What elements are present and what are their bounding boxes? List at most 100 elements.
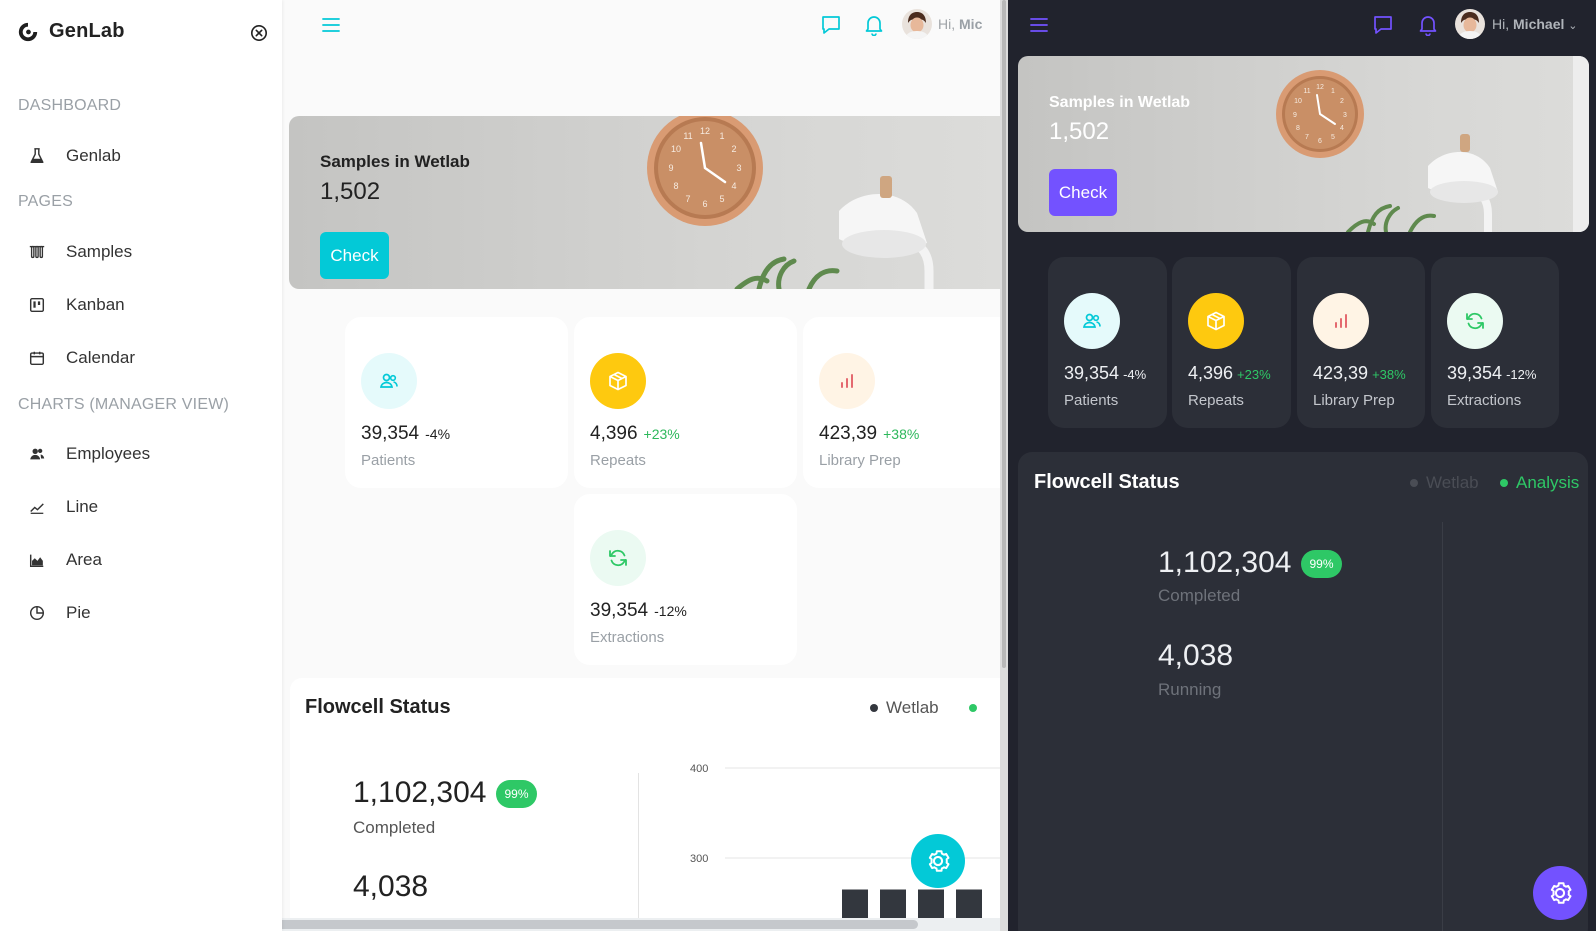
avatar[interactable]: [902, 9, 932, 39]
stat-card-library-prep[interactable]: 423,39 +38% Library Prep: [803, 317, 1000, 488]
menu-icon[interactable]: [322, 17, 340, 33]
svg-text:3: 3: [1343, 112, 1347, 119]
refresh-icon: [609, 549, 627, 567]
user-greeting[interactable]: Hi, Mic: [938, 16, 982, 32]
stat-delta: +38%: [1372, 367, 1406, 382]
sidebar-item-genlab[interactable]: Genlab: [28, 143, 121, 169]
vertical-scrollbar-thumb[interactable]: [1002, 0, 1006, 668]
people-icon: [1082, 313, 1101, 328]
stat-number: 39,354: [590, 600, 649, 621]
box-icon: [1207, 311, 1225, 331]
repeats-icon-circle: [590, 353, 646, 409]
legend-wetlab[interactable]: Wetlab: [870, 698, 977, 718]
greeting-text: Hi,: [1492, 16, 1510, 32]
sidebar-item-label: Pie: [66, 603, 91, 622]
legend-wetlab[interactable]: Wetlab: [1410, 473, 1479, 493]
svg-text:10: 10: [671, 144, 681, 154]
svg-text:1: 1: [719, 131, 724, 141]
svg-text:7: 7: [1305, 134, 1309, 141]
patients-icon-circle: [361, 353, 417, 409]
stat-value: 39,354 -4%: [1064, 363, 1146, 384]
legend-dot: [1410, 479, 1418, 487]
stat-value: 39,354 -12%: [1447, 363, 1536, 384]
stat-number: 39,354: [1447, 363, 1503, 383]
stat-card-patients[interactable]: 39,354 -4% Patients: [1048, 257, 1167, 428]
stat-number: 4,396: [1188, 363, 1234, 383]
svg-text:9: 9: [1293, 112, 1297, 119]
employees-icon: [30, 448, 45, 460]
stat-delta: -12%: [654, 603, 687, 619]
svg-text:8: 8: [673, 181, 678, 191]
y-tick-label: 300: [690, 853, 708, 865]
avatar[interactable]: [1455, 9, 1485, 39]
stat-label: Library Prep: [1313, 392, 1395, 409]
legend-analysis[interactable]: Analysis: [1500, 473, 1579, 493]
stat-label: Repeats: [1188, 392, 1244, 409]
stat-card-library-prep[interactable]: 423,39 +38% Library Prep: [1297, 257, 1425, 428]
refresh-icon: [1466, 312, 1484, 330]
stat-label: Patients: [1064, 392, 1119, 409]
pie-chart-icon: [29, 605, 45, 621]
main-content-light: Hi, Mic 12 1 2 3 4 5 6 7 8 9 10 11 Sampl…: [282, 0, 1000, 931]
stat-delta: -12%: [1506, 367, 1537, 382]
settings-fab-dark[interactable]: [1533, 866, 1587, 920]
sidebar-item-employees[interactable]: Employees: [28, 441, 150, 467]
svg-text:9: 9: [668, 163, 673, 173]
section-charts: CHARTS (MANAGER VIEW): [18, 396, 230, 413]
user-greeting[interactable]: Hi, Michael ⌄: [1492, 16, 1577, 32]
legend-dot: [1500, 479, 1508, 487]
stat-card-repeats[interactable]: 4,396 +23% Repeats: [1172, 257, 1291, 428]
stat-label: Repeats: [590, 452, 646, 469]
brand[interactable]: GenLab: [17, 20, 125, 43]
svg-text:8: 8: [1296, 125, 1300, 132]
bell-icon[interactable]: [1418, 14, 1438, 36]
flowcell-status-panel: Flowcell Status Wetlab 1,102,304 99% Comp…: [290, 678, 1000, 931]
test-tubes-icon: [29, 245, 45, 259]
chat-icon[interactable]: [820, 14, 842, 36]
kanban-icon: [29, 297, 45, 313]
sidebar-item-calendar[interactable]: Calendar: [28, 345, 135, 371]
settings-fab-light[interactable]: [911, 834, 965, 888]
bell-icon[interactable]: [864, 14, 884, 36]
stat-value: 4,396 +23%: [1188, 363, 1271, 384]
wetlab-banner: 12 1 2 3 4 5 6 7 8 9 10 11 Samples in Wetlab 1,502 …: [1018, 56, 1589, 232]
legend-label: Analysis: [1516, 473, 1580, 492]
menu-icon[interactable]: [1030, 17, 1048, 33]
extractions-icon-circle: [1447, 293, 1503, 349]
panel-title: Flowcell Status: [305, 696, 451, 718]
svg-text:5: 5: [719, 194, 724, 204]
check-button[interactable]: Check: [320, 232, 389, 279]
sidebar-item-label: Genlab: [66, 146, 121, 165]
svg-text:6: 6: [702, 199, 707, 209]
stat-delta: +23%: [1237, 367, 1271, 382]
extractions-icon-circle: [590, 530, 646, 586]
stat-card-extractions[interactable]: 39,354 -12% Extractions: [574, 494, 797, 665]
close-sidebar-icon[interactable]: [250, 24, 268, 42]
check-button[interactable]: Check: [1049, 169, 1117, 216]
sidebar-item-samples[interactable]: Samples: [28, 239, 132, 265]
stat-card-repeats[interactable]: 4,396 +23% Repeats: [574, 317, 797, 488]
completed-badge: 99%: [1301, 550, 1342, 579]
flask-icon: [30, 148, 44, 164]
main-content-dark: Hi, Michael ⌄ 12 1 2 3 4 5 6 7 8 9 10 11 Samples in…: [1008, 0, 1596, 931]
sidebar-item-label: Area: [66, 550, 102, 569]
chat-icon[interactable]: [1372, 14, 1394, 36]
gear-icon: [1550, 882, 1572, 904]
stat-card-extractions[interactable]: 39,354 -12% Extractions: [1431, 257, 1559, 428]
svg-text:3: 3: [736, 163, 741, 173]
completed-value: 1,102,304 99%: [353, 776, 537, 810]
user-name: Mic: [959, 16, 983, 32]
panel-separator: [1442, 522, 1443, 931]
sidebar-item-area[interactable]: Area: [28, 547, 102, 573]
sidebar-item-pie[interactable]: Pie: [28, 600, 91, 626]
sidebar-item-line[interactable]: Line: [28, 494, 98, 520]
stat-label: Extractions: [1447, 392, 1522, 409]
sidebar-item-kanban[interactable]: Kanban: [28, 292, 125, 318]
repeats-icon-circle: [1188, 293, 1244, 349]
stat-label: Extractions: [590, 629, 665, 646]
stat-card-patients[interactable]: 39,354 -4% Patients: [345, 317, 568, 488]
banner-value: 1,502: [1049, 118, 1110, 145]
panel-title: Flowcell Status: [1034, 471, 1180, 493]
y-tick-label: 400: [690, 763, 708, 775]
stat-value: 4,396 +23%: [590, 423, 680, 445]
